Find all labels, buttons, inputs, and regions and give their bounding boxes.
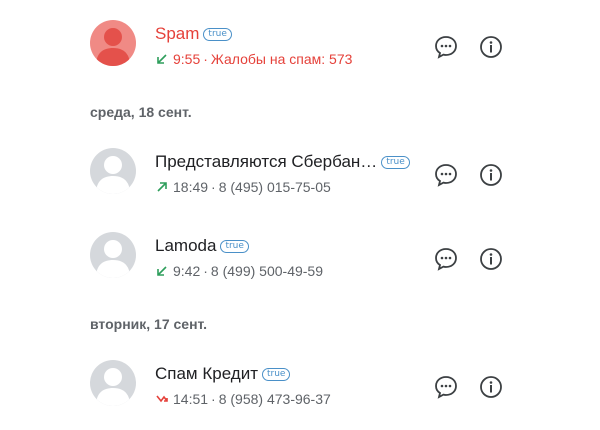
true-badge: true [203, 27, 232, 41]
info-icon[interactable] [478, 34, 504, 60]
call-title: Спам Кредит true [155, 364, 291, 384]
call-time: 9:55 [173, 51, 201, 67]
call-row[interactable]: Спам Кредит true 14:51 · 8 (958) 473-96-… [0, 352, 600, 422]
message-icon[interactable] [433, 162, 459, 188]
call-row-spam[interactable]: Spam true 9:55 · Жалобы на спам: 573 [0, 12, 600, 82]
call-detail: Жалобы на спам: 573 [210, 51, 353, 67]
missed-call-icon [156, 395, 168, 403]
call-row[interactable]: Представляются Сбербан… true 18:49 · 8 (… [0, 140, 600, 210]
call-title: Lamoda true [155, 236, 249, 256]
info-icon[interactable] [478, 246, 504, 272]
call-time: 18:49 [173, 179, 209, 195]
true-badge: true [381, 155, 410, 169]
date-header: среда, 18 сент. [90, 104, 192, 120]
call-title: Spam true [155, 24, 232, 44]
incoming-arrow-icon [157, 266, 167, 276]
contact-name: Спам Кредит [155, 364, 258, 383]
call-title: Представляются Сбербан… true [155, 152, 410, 172]
message-icon[interactable] [433, 374, 459, 400]
call-time: 14:51 [173, 391, 209, 407]
call-detail: 8 (499) 500-49-59 [210, 263, 323, 279]
call-detail: 8 (495) 015-75-05 [218, 179, 331, 195]
separator-dot: · [211, 391, 216, 407]
message-icon[interactable] [433, 246, 459, 272]
outgoing-arrow-icon [157, 182, 167, 192]
person-icon [96, 156, 130, 194]
call-time: 9:42 [173, 263, 201, 279]
call-subtitle: 9:55 · Жалобы на спам: 573 [155, 50, 352, 68]
person-icon [96, 368, 130, 406]
call-log: Spam true 9:55 · Жалобы на спам: 573 сре… [0, 0, 600, 430]
person-icon [96, 240, 130, 278]
true-badge: true [220, 239, 249, 253]
avatar [90, 20, 136, 66]
call-subtitle: 14:51 · 8 (958) 473-96-37 [155, 390, 331, 408]
contact-name: Spam [155, 24, 200, 43]
avatar [90, 360, 136, 406]
separator-dot: · [203, 263, 208, 279]
separator-dot: · [203, 51, 208, 67]
message-icon[interactable] [433, 34, 459, 60]
call-subtitle: 9:42 · 8 (499) 500-49-59 [155, 262, 323, 280]
call-detail: 8 (958) 473-96-37 [218, 391, 331, 407]
avatar [90, 232, 136, 278]
info-icon[interactable] [478, 162, 504, 188]
contact-name: Lamoda [155, 236, 217, 255]
contact-name: Представляются Сбербан… [155, 152, 378, 171]
call-row[interactable]: Lamoda true 9:42 · 8 (499) 500-49-59 [0, 224, 600, 294]
avatar [90, 148, 136, 194]
call-subtitle: 18:49 · 8 (495) 015-75-05 [155, 178, 331, 196]
person-icon [96, 28, 130, 66]
info-icon[interactable] [478, 374, 504, 400]
separator-dot: · [211, 179, 216, 195]
true-badge: true [262, 367, 291, 381]
date-header: вторник, 17 сент. [90, 316, 208, 332]
incoming-arrow-icon [157, 54, 167, 64]
